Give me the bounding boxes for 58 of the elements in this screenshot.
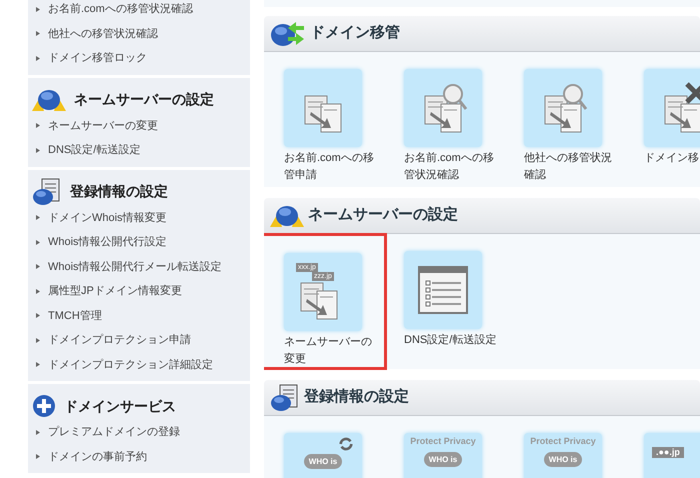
sidebar-link[interactable]: プレミアムドメインの登録 bbox=[28, 420, 250, 444]
section-heading: ドメイン移管 bbox=[310, 23, 400, 44]
whois-badge: WHO is bbox=[304, 454, 342, 469]
sidebar-link[interactable]: 他社への移管状況確認 bbox=[28, 22, 250, 46]
whois-badge: WHO is bbox=[424, 452, 462, 467]
sidebar-link[interactable]: Whois情報公開代行設定 bbox=[28, 230, 250, 254]
bullet-icon bbox=[36, 338, 40, 343]
refresh-icon bbox=[338, 436, 354, 452]
tile-label[interactable]: 他社への移管状況確認 bbox=[524, 150, 620, 184]
sidebar-link[interactable]: Whois情報公開代行メール転送設定 bbox=[28, 254, 250, 279]
bullet-icon bbox=[36, 454, 40, 460]
bullet-icon bbox=[36, 56, 40, 61]
tile-label[interactable]: お名前.comへの移管申請 bbox=[284, 150, 380, 184]
sidebar-link[interactable]: ドメインプロテクション申請 bbox=[28, 328, 250, 352]
bullet-icon bbox=[36, 430, 40, 435]
settings-window-icon bbox=[417, 265, 469, 315]
privacy-label: Protect Privacy bbox=[530, 436, 596, 447]
sidebar-link[interactable]: ドメインの事前予約 bbox=[28, 444, 250, 469]
section-heading: 登録情報の設定 bbox=[304, 387, 409, 408]
document-globe-icon bbox=[270, 384, 300, 412]
tile-label[interactable]: お名前.comへの移管状況確認 bbox=[404, 150, 500, 184]
bullet-icon bbox=[36, 240, 40, 245]
whois-badge: WHO is bbox=[544, 452, 582, 467]
bullet-icon bbox=[36, 264, 40, 270]
section-heading: ドメインサービス bbox=[64, 396, 176, 416]
bullet-icon bbox=[36, 31, 40, 36]
sidebar-link[interactable]: ドメイン移管ロック bbox=[28, 46, 250, 70]
bullet-icon bbox=[36, 215, 40, 220]
section-heading: ネームサーバーの設定 bbox=[308, 205, 458, 226]
menu-tile[interactable]: お名前.comへの移管申請 bbox=[264, 52, 384, 187]
sidebar-link[interactable]: ドメインプロテクション詳細設定 bbox=[28, 352, 250, 377]
sidebar-link[interactable]: ドメインWhois情報変更 bbox=[28, 206, 250, 230]
tile-label[interactable]: ドメイン移 bbox=[644, 150, 700, 167]
menu-tile[interactable]: お名前.comへの移管状況確認 bbox=[384, 52, 504, 187]
menu-tile[interactable]: .●●.jp bbox=[624, 416, 700, 478]
sidebar-link[interactable]: 属性型JPドメイン情報変更 bbox=[28, 279, 250, 304]
tile-label[interactable]: DNS設定/転送設定 bbox=[404, 332, 500, 349]
bullet-icon bbox=[36, 148, 40, 153]
menu-tile[interactable]: DNS設定/転送設定 bbox=[384, 234, 504, 369]
bullet-icon bbox=[36, 6, 40, 12]
sidebar-link[interactable]: DNS設定/転送設定 bbox=[28, 138, 250, 162]
section-heading: 登録情報の設定 bbox=[70, 182, 168, 201]
domain-tag: .●●.jp bbox=[652, 447, 684, 458]
menu-tile[interactable]: ドメイン移 bbox=[624, 52, 700, 187]
sidebar-link[interactable]: ネームサーバーの変更 bbox=[28, 114, 250, 138]
plus-circle-icon bbox=[32, 394, 56, 418]
bullet-icon bbox=[36, 288, 40, 294]
tile-label[interactable]: ネームサーバーの変更 bbox=[284, 334, 380, 368]
bullet-icon bbox=[36, 362, 40, 368]
sidebar-link[interactable]: お名前.comへの移管状況確認 bbox=[28, 0, 250, 22]
globe-arrows-icon bbox=[270, 20, 306, 48]
document-globe-icon bbox=[32, 178, 62, 206]
bullet-icon bbox=[36, 123, 40, 128]
section-heading: ネームサーバーの設定 bbox=[74, 90, 214, 109]
privacy-label: Protect Privacy bbox=[410, 436, 476, 447]
bullet-icon bbox=[36, 313, 40, 318]
sidebar-link[interactable]: TMCH管理 bbox=[28, 304, 250, 328]
menu-tile[interactable]: 他社への移管状況確認 bbox=[504, 52, 624, 187]
